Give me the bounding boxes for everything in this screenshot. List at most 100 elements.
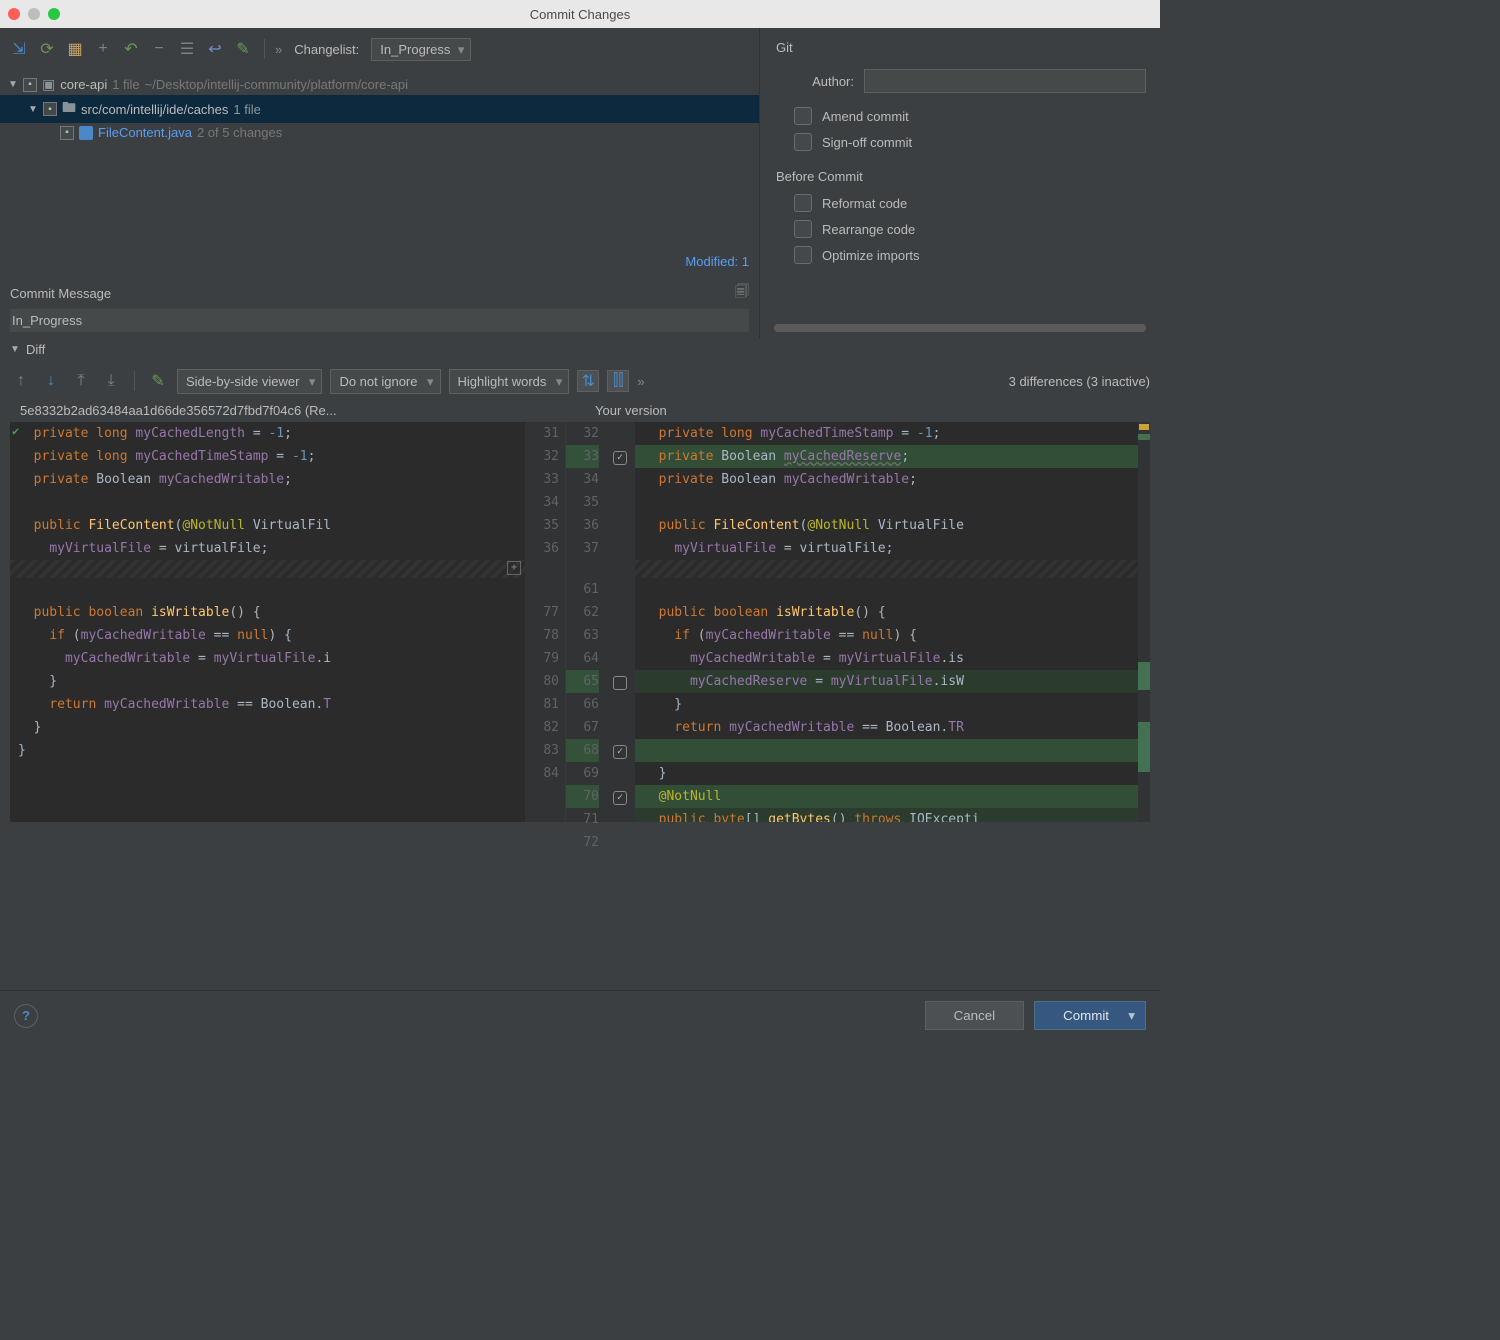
optimize-label: Optimize imports (822, 248, 920, 263)
changelist-dropdown[interactable]: In_Progress (371, 38, 471, 61)
add-icon[interactable]: + (92, 38, 114, 60)
folder-file-count: 1 file (233, 102, 260, 117)
commit-message-input[interactable] (10, 309, 749, 332)
module-path: ~/Desktop/intellij-community/platform/co… (145, 77, 408, 92)
window-title: Commit Changes (0, 7, 1160, 22)
left-line-numbers: 313233343536 7778798081828384 (525, 422, 565, 822)
help-button[interactable]: ? (14, 1004, 38, 1028)
next-change-icon[interactable]: ↓ (40, 370, 62, 392)
cancel-button[interactable]: Cancel (925, 1001, 1025, 1030)
reformat-checkbox[interactable] (794, 194, 812, 212)
code-line: public FileContent(@NotNull VirtualFile (635, 514, 1150, 537)
next-file-icon[interactable]: ⤓ (100, 370, 122, 392)
prev-change-icon[interactable]: ↑ (10, 370, 32, 392)
code-line: } (10, 670, 525, 693)
show-diff-icon[interactable]: ⇲ (8, 38, 30, 60)
code-line (10, 578, 525, 601)
highlight-dropdown[interactable]: Highlight words (449, 369, 570, 394)
java-file-icon (79, 126, 93, 140)
module-name: core-api (60, 77, 107, 92)
undo-icon[interactable]: ↩ (204, 38, 226, 60)
signoff-label: Sign-off commit (822, 135, 912, 150)
code-line: myCachedWritable = myVirtualFile.i (10, 647, 525, 670)
amend-checkbox[interactable] (794, 107, 812, 125)
author-label: Author: (794, 74, 854, 89)
fold-separator[interactable]: + (10, 560, 525, 578)
settings-icon[interactable]: ✎ (232, 38, 254, 60)
code-line: @NotNull (635, 785, 1150, 808)
code-line: } (635, 762, 1150, 785)
signoff-checkbox[interactable] (794, 133, 812, 151)
chevron-down-icon[interactable]: ▼ (10, 344, 20, 355)
prev-file-icon[interactable]: ⤒ (70, 370, 92, 392)
edit-icon[interactable]: ✎ (147, 370, 169, 392)
checkbox-indeterminate[interactable]: ▪ (23, 78, 37, 92)
changelist-value: In_Progress (380, 42, 450, 57)
sync-scroll-icon[interactable]: ⫿⫿ (607, 370, 629, 392)
include-change-checkbox[interactable]: ✓ (613, 451, 627, 465)
no-errors-icon: ✔ (12, 424, 19, 438)
code-line: if (myCachedWritable == null) { (635, 624, 1150, 647)
chevrons-icon[interactable]: » (637, 374, 644, 389)
code-line: return myCachedWritable == Boolean.T (10, 693, 525, 716)
diff-right-pane[interactable]: private long myCachedTimeStamp = -1; pri… (635, 422, 1150, 822)
chevrons-icon[interactable]: » (275, 42, 282, 57)
group-by-icon[interactable]: ☰ (176, 38, 198, 60)
commit-button[interactable]: Commit (1034, 1001, 1146, 1030)
remove-icon[interactable]: − (148, 38, 170, 60)
author-input[interactable] (864, 69, 1146, 93)
apply-checkboxes: ✓ ✓ ✓ (605, 422, 635, 822)
commit-message-label: Commit Message (10, 286, 111, 301)
message-history-icon[interactable]: 🗐 (735, 281, 749, 305)
warning-marker-icon[interactable] (1139, 424, 1149, 430)
diff-left-title: 5e8332b2ad63484aa1d66de356572d7fbd7f04c6… (10, 403, 575, 418)
reformat-label: Reformat code (822, 196, 907, 211)
diff-right-title: Your version (575, 403, 1150, 418)
code-line: return myCachedWritable == Boolean.TR (635, 716, 1150, 739)
tree-folder-row[interactable]: ▼ ▪ 🖿 src/com/intellij/ide/caches 1 file (0, 95, 759, 123)
code-line: } (10, 716, 525, 739)
checkbox-indeterminate[interactable]: ▪ (43, 102, 57, 116)
code-line: private long myCachedTimeStamp = -1; (635, 422, 1150, 445)
tree-file-row[interactable]: ▪ FileContent.java 2 of 5 changes (0, 123, 759, 142)
diff-left-pane[interactable]: ✔ private long myCachedLength = -1; priv… (10, 422, 525, 822)
amend-label: Amend commit (822, 109, 909, 124)
change-marker-icon[interactable] (1138, 722, 1150, 772)
whitespace-label: Do not ignore (339, 374, 417, 389)
change-marker-icon[interactable] (1138, 662, 1150, 690)
git-panel-scrollbar[interactable] (774, 324, 1146, 332)
optimize-checkbox[interactable] (794, 246, 812, 264)
include-change-checkbox[interactable]: ✓ (613, 791, 627, 805)
rearrange-checkbox[interactable] (794, 220, 812, 238)
tree-module-row[interactable]: ▼ ▪ ▣ core-api 1 file ~/Desktop/intellij… (0, 74, 759, 95)
code-line (635, 491, 1150, 514)
code-line: myVirtualFile = virtualFile; (635, 537, 1150, 560)
chevron-down-icon[interactable]: ▼ (28, 104, 38, 115)
include-change-checkbox[interactable] (613, 676, 627, 690)
file-tree[interactable]: ▼ ▪ ▣ core-api 1 file ~/Desktop/intellij… (0, 70, 759, 250)
code-line: if (myCachedWritable == null) { (10, 624, 525, 647)
code-line: private long myCachedLength = -1; (10, 422, 525, 445)
code-line: public byte[] getBytes() throws IOExcept… (635, 808, 1150, 822)
include-change-checkbox[interactable]: ✓ (613, 745, 627, 759)
move-to-changelist-icon[interactable]: ▦ (64, 38, 86, 60)
code-line: myCachedReserve = myVirtualFile.isW (635, 670, 1150, 693)
code-line: myCachedWritable = myVirtualFile.is (635, 647, 1150, 670)
change-marker-icon[interactable] (1138, 434, 1150, 440)
overview-ruler[interactable] (1138, 422, 1150, 822)
expand-fold-icon[interactable]: + (507, 561, 521, 575)
collapse-unchanged-icon[interactable]: ⇅ (577, 370, 599, 392)
chevron-down-icon[interactable]: ▼ (8, 79, 18, 90)
rollback-icon[interactable]: ↶ (120, 38, 142, 60)
code-line: } (635, 693, 1150, 716)
diff-count-label: 3 differences (3 inactive) (1009, 374, 1150, 389)
checkbox-indeterminate[interactable]: ▪ (60, 126, 74, 140)
viewer-mode-dropdown[interactable]: Side-by-side viewer (177, 369, 322, 394)
fold-separator[interactable] (635, 560, 1150, 578)
diff-viewer[interactable]: ✔ private long myCachedLength = -1; priv… (10, 422, 1150, 822)
module-file-count: 1 file (112, 77, 139, 92)
refresh-icon[interactable]: ⟳ (36, 38, 58, 60)
whitespace-dropdown[interactable]: Do not ignore (330, 369, 440, 394)
code-line: public FileContent(@NotNull VirtualFil (10, 514, 525, 537)
git-section-title: Git (776, 40, 1146, 55)
